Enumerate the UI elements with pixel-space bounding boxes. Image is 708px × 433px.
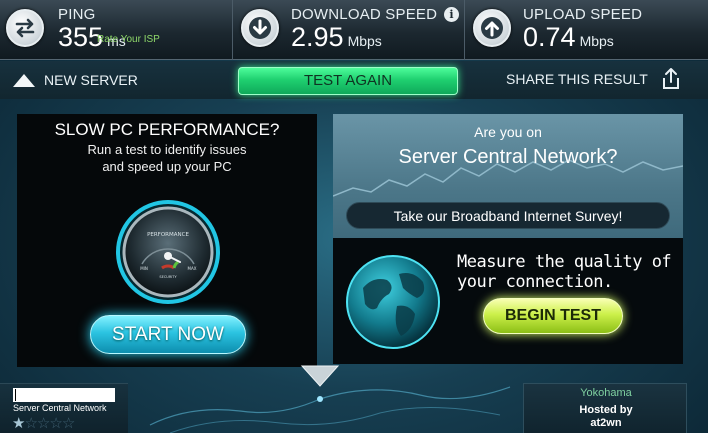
isp-name: Server Central Network (13, 403, 107, 413)
upload-stat: UPLOAD SPEED 0.74 Mbps (464, 0, 708, 60)
star-icon[interactable]: ☆ (49, 415, 62, 432)
ping-arrows-icon (6, 9, 44, 47)
download-arrow-icon (241, 9, 279, 47)
gauge-security: SECURITY (159, 275, 177, 279)
ping-stat: PING 355 ms (0, 0, 232, 60)
download-value-wrap: 2.95 Mbps (291, 22, 382, 53)
star-icon[interactable]: ☆ (62, 415, 75, 432)
survey-panel[interactable]: Are you on Server Central Network? Take … (333, 114, 683, 238)
download-unit: Mbps (347, 33, 382, 49)
info-icon[interactable]: i (444, 7, 459, 22)
new-server-label: NEW SERVER (44, 72, 138, 88)
measure-line1: Measure the quality of (457, 252, 672, 272)
broadband-survey-ad: Are you on Server Central Network? Take … (333, 114, 683, 364)
share-result-link[interactable]: SHARE THIS RESULT (506, 71, 648, 87)
measure-text: Measure the quality of your connection. (457, 252, 677, 292)
begin-test-button[interactable]: BEGIN TEST (483, 298, 623, 334)
rate-isp-link[interactable]: Rate Your ISP (97, 34, 160, 45)
pc-performance-ad[interactable]: SLOW PC PERFORMANCE? Run a test to ident… (17, 114, 317, 367)
download-stat: DOWNLOAD SPEED i 2.95 Mbps (232, 0, 464, 60)
upload-arrow-icon (473, 9, 511, 47)
start-now-button[interactable]: START NOW (90, 315, 246, 354)
host-name: at2wn (590, 417, 622, 429)
survey-question-line2: Server Central Network? (398, 146, 618, 168)
ad-subtitle-line2: and speed up your PC (102, 159, 232, 174)
star-icon[interactable]: ☆ (37, 415, 50, 432)
survey-question-line1: Are you on (474, 124, 542, 140)
download-label: DOWNLOAD SPEED (291, 6, 438, 23)
action-bar: NEW SERVER TEST AGAIN SHARE THIS RESULT (0, 61, 708, 99)
server-city: Yokohama (580, 387, 632, 399)
ping-label: PING (58, 6, 96, 23)
ad-title: SLOW PC PERFORMANCE? (54, 120, 280, 139)
server-triangle-icon (13, 74, 35, 87)
chevron-down-icon[interactable] (298, 362, 342, 392)
hosted-by-label: Hosted by (579, 404, 633, 416)
test-again-button[interactable]: TEST AGAIN (238, 67, 458, 95)
broadband-survey-button[interactable]: Take our Broadband Internet Survey! (346, 202, 670, 229)
isp-rating-stars[interactable]: ★☆☆☆☆ (12, 414, 75, 432)
upload-value: 0.74 (523, 22, 576, 52)
gauge-min: MIN (140, 266, 148, 271)
share-icon[interactable] (660, 67, 682, 91)
ad-subtitle-line1: Run a test to identify issues (87, 142, 247, 157)
performance-gauge-icon: PERFORMANCE MIN MAX SECURITY (116, 200, 220, 304)
star-icon[interactable]: ☆ (24, 415, 37, 432)
gauge-max: MAX (188, 266, 197, 271)
measure-line2: your connection. (457, 272, 613, 292)
ad-subtitle: Run a test to identify issues and speed … (17, 141, 317, 175)
server-panel: Yokohama Hosted by at2wn (523, 383, 687, 433)
upload-value-wrap: 0.74 Mbps (523, 22, 614, 53)
measure-panel: Measure the quality of your connection. … (333, 238, 683, 364)
text-cursor (15, 389, 16, 401)
download-value: 2.95 (291, 22, 344, 52)
isp-panel: Server Central Network ★☆☆☆☆ (0, 383, 128, 433)
upload-label: UPLOAD SPEED (523, 6, 643, 23)
stats-header: PING 355 ms DOWNLOAD SPEED i 2.95 Mbps UPL… (0, 0, 708, 60)
globe-icon (346, 255, 440, 349)
upload-unit: Mbps (579, 33, 614, 49)
isp-name-field (13, 388, 115, 402)
gauge-title: PERFORMANCE (147, 232, 189, 238)
star-icon[interactable]: ★ (12, 415, 25, 432)
